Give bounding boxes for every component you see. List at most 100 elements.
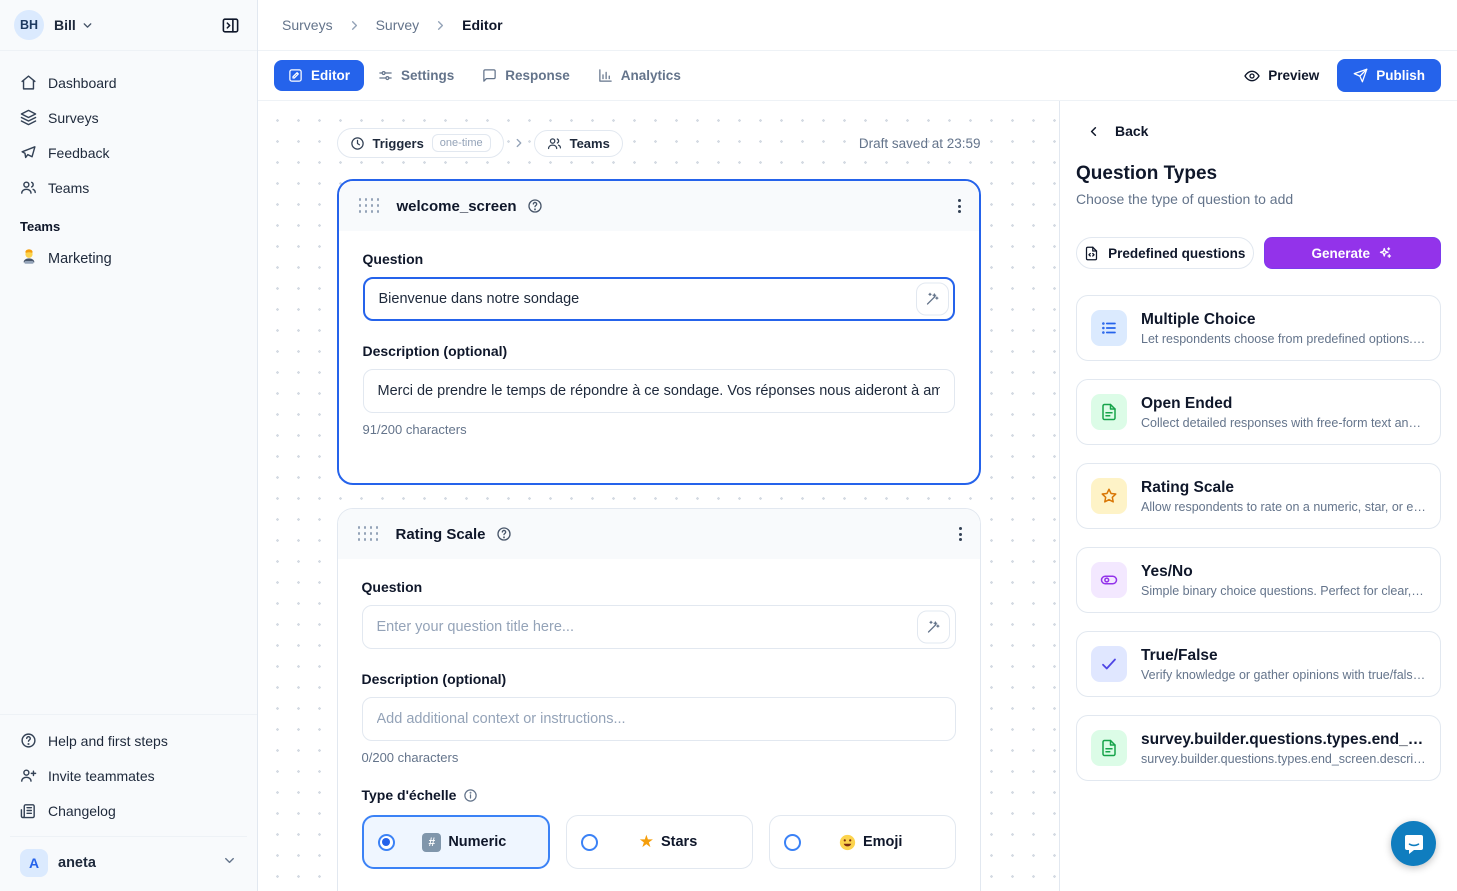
question-card-welcome-screen[interactable]: welcome_screen Question bbox=[337, 179, 981, 485]
publish-button[interactable]: Publish bbox=[1337, 59, 1441, 92]
question-description-input[interactable] bbox=[363, 369, 955, 413]
drag-handle-icon[interactable] bbox=[358, 526, 380, 542]
tab-analytics[interactable]: Analytics bbox=[584, 60, 695, 91]
question-type-yes-no[interactable]: Yes/No Simple binary choice questions. P… bbox=[1076, 547, 1441, 613]
question-label: Question bbox=[362, 579, 956, 595]
sidebar-item-teams[interactable]: Teams bbox=[10, 170, 247, 205]
question-type-description: Verify knowledge or gather opinions with… bbox=[1141, 668, 1426, 682]
number-keycap-icon: # bbox=[422, 833, 441, 852]
sidebar-item-label: Changelog bbox=[48, 803, 116, 819]
scale-option-emoji[interactable]: Emoji bbox=[769, 815, 956, 869]
tab-editor[interactable]: Editor bbox=[274, 60, 364, 91]
breadcrumb: Surveys Survey Editor bbox=[258, 0, 1457, 51]
generate-button[interactable]: Generate bbox=[1264, 237, 1442, 269]
survey-canvas: Triggers one-time Teams Draft saved at 2… bbox=[258, 101, 1059, 891]
sidebar: BH Bill Dashboard Surveys Feedback bbox=[0, 0, 258, 891]
drag-handle-icon[interactable] bbox=[359, 198, 381, 214]
question-title-input[interactable] bbox=[363, 277, 955, 321]
question-type-end-screen[interactable]: survey.builder.questions.types.end_scr..… bbox=[1076, 715, 1441, 781]
sidebar-item-invite[interactable]: Invite teammates bbox=[10, 758, 247, 793]
sidebar-team-marketing[interactable]: Marketing bbox=[10, 240, 247, 278]
question-type-rating-scale[interactable]: Rating Scale Allow respondents to rate o… bbox=[1076, 463, 1441, 529]
scale-type-options: # Numeric ★ Stars bbox=[362, 815, 956, 869]
triggers-chip-label: Triggers bbox=[373, 136, 424, 151]
breadcrumb-surveys[interactable]: Surveys bbox=[282, 17, 333, 33]
question-description-input[interactable] bbox=[362, 697, 956, 741]
sidebar-nav: Dashboard Surveys Feedback Teams Teams M… bbox=[0, 51, 257, 278]
tab-label: Analytics bbox=[621, 68, 681, 83]
file-code-icon bbox=[1084, 246, 1099, 261]
triggers-chip[interactable]: Triggers one-time bbox=[337, 128, 504, 158]
question-card-title: Rating Scale bbox=[396, 526, 486, 543]
question-type-multiple-choice[interactable]: Multiple Choice Let respondents choose f… bbox=[1076, 295, 1441, 361]
help-circle-icon[interactable] bbox=[496, 526, 512, 542]
sidebar-collapse-button[interactable] bbox=[215, 10, 245, 40]
question-type-description: Collect detailed responses with free-for… bbox=[1141, 416, 1426, 430]
tab-settings[interactable]: Settings bbox=[364, 60, 468, 91]
question-type-name: Multiple Choice bbox=[1141, 311, 1426, 329]
question-label: Question bbox=[363, 251, 955, 267]
tab-label: Editor bbox=[311, 68, 350, 83]
star-icon bbox=[1091, 478, 1127, 514]
panel-actions: Predefined questions Generate bbox=[1076, 237, 1441, 269]
sidebar-item-changelog[interactable]: Changelog bbox=[10, 793, 247, 828]
card-menu-button[interactable] bbox=[959, 527, 962, 541]
help-circle-icon[interactable] bbox=[527, 198, 543, 214]
survey-flow-bar: Triggers one-time Teams Draft saved at 2… bbox=[337, 128, 981, 158]
radio-checked-icon bbox=[378, 834, 395, 851]
chevron-left-icon bbox=[1086, 124, 1101, 139]
char-count: 0/200 characters bbox=[362, 750, 956, 765]
chat-bubble-icon bbox=[1402, 832, 1426, 856]
card-menu-button[interactable] bbox=[958, 199, 961, 213]
account-menu[interactable]: A aneta bbox=[10, 836, 247, 891]
chat-launcher-button[interactable] bbox=[1391, 821, 1436, 866]
question-type-description: Simple binary choice questions. Perfect … bbox=[1141, 584, 1426, 598]
sidebar-item-help[interactable]: Help and first steps bbox=[10, 723, 247, 758]
question-type-open-ended[interactable]: Open Ended Collect detailed responses wi… bbox=[1076, 379, 1441, 445]
sparkles-icon bbox=[1378, 246, 1393, 261]
radio-unchecked-icon bbox=[581, 834, 598, 851]
preview-button[interactable]: Preview bbox=[1244, 68, 1319, 84]
question-card-rating-scale[interactable]: Rating Scale Question bbox=[337, 508, 981, 891]
workspace-name: Bill bbox=[54, 17, 76, 33]
sidebar-item-surveys[interactable]: Surveys bbox=[10, 100, 247, 135]
predefined-questions-label: Predefined questions bbox=[1108, 246, 1245, 261]
team-name: Marketing bbox=[48, 251, 112, 267]
ai-rewrite-button[interactable] bbox=[917, 611, 950, 644]
file-text-icon bbox=[1091, 394, 1127, 430]
chevron-right-icon bbox=[347, 18, 362, 33]
scale-option-label: Numeric bbox=[448, 834, 506, 850]
back-button[interactable]: Back bbox=[1076, 123, 1441, 139]
question-title-input[interactable] bbox=[362, 605, 956, 649]
panel-collapse-icon bbox=[221, 16, 240, 35]
breadcrumb-survey[interactable]: Survey bbox=[376, 17, 420, 33]
sidebar-header: BH Bill bbox=[0, 0, 257, 51]
question-type-name: Yes/No bbox=[1141, 563, 1426, 581]
newspaper-icon bbox=[20, 802, 37, 819]
teams-chip[interactable]: Teams bbox=[534, 130, 623, 157]
sidebar-item-dashboard[interactable]: Dashboard bbox=[10, 65, 247, 100]
back-label: Back bbox=[1115, 123, 1148, 139]
predefined-questions-button[interactable]: Predefined questions bbox=[1076, 237, 1254, 269]
generate-label: Generate bbox=[1311, 246, 1370, 261]
teams-chip-label: Teams bbox=[570, 136, 610, 151]
sidebar-footer: Help and first steps Invite teammates Ch… bbox=[0, 714, 257, 891]
trigger-frequency-badge: one-time bbox=[432, 134, 491, 152]
scale-option-stars[interactable]: ★ Stars bbox=[566, 815, 753, 869]
scale-type-label-text: Type d'échelle bbox=[362, 787, 457, 803]
draft-status: Draft saved at 23:59 bbox=[859, 136, 981, 151]
users-icon bbox=[547, 136, 562, 151]
technologist-emoji-icon bbox=[20, 248, 38, 270]
sidebar-item-feedback[interactable]: Feedback bbox=[10, 135, 247, 170]
question-type-true-false[interactable]: True/False Verify knowledge or gather op… bbox=[1076, 631, 1441, 697]
scale-type-label: Type d'échelle bbox=[362, 787, 956, 803]
scale-option-numeric[interactable]: # Numeric bbox=[362, 815, 551, 869]
sidebar-item-label: Help and first steps bbox=[48, 733, 168, 749]
ai-rewrite-button[interactable] bbox=[916, 283, 949, 316]
users-icon bbox=[20, 179, 37, 196]
megaphone-icon bbox=[20, 144, 37, 161]
scale-option-label: Stars bbox=[661, 834, 697, 850]
edit-icon bbox=[288, 68, 303, 83]
workspace-switcher[interactable]: Bill bbox=[54, 17, 94, 33]
tab-response[interactable]: Response bbox=[468, 60, 584, 91]
